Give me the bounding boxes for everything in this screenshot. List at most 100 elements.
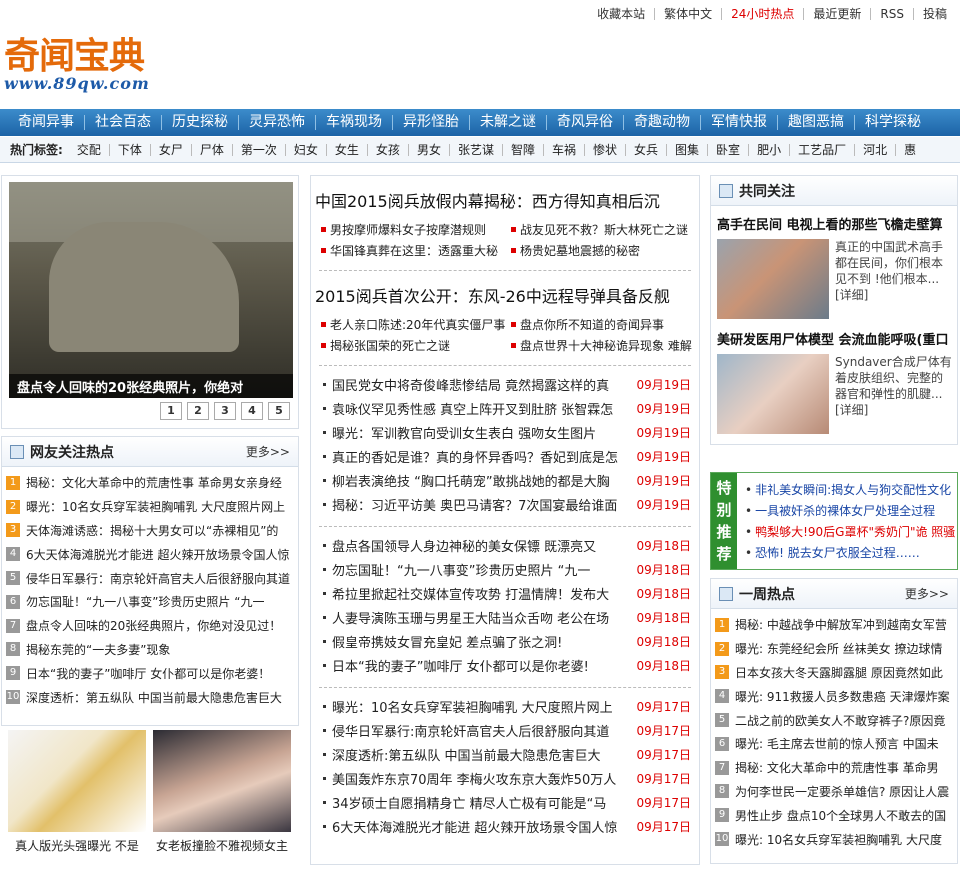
rank-item-title[interactable]: 天体海滩诱惑：揭秘十大男女可以“赤裸相见”的 [26,522,278,539]
sub-link[interactable]: 战友见死不救？斯大林死亡之谜 [511,220,701,239]
rss-link[interactable]: RSS [870,8,913,20]
news-title[interactable]: 真正的香妃是谁？真的身怀异香吗？香妃到底是怎 [332,447,630,466]
rank-item-title[interactable]: 盘点令人回味的20张经典照片，你绝对没见过！ [26,617,281,634]
news-title[interactable]: 国民党女中将奇俊峰悲惨结局 竟然揭露这样的真 [332,375,630,394]
thumb-caption[interactable]: 真人版光头强曝光 不是 [8,837,146,854]
tag-link[interactable]: 尸体 [190,143,232,156]
rank-item[interactable]: 2 曝光：10名女兵穿军装袒胸哺乳 大尺度照片网上 [6,495,292,519]
tag-link[interactable]: 惨状 [584,143,625,156]
news-item[interactable]: 柳岩表演绝技 “胸口托萌宠”敢挑战她的都是大胸 09月19日 [319,468,691,492]
tag-link[interactable]: 妇女 [284,143,326,156]
rank-item[interactable]: 7 盘点令人回味的20张经典照片，你绝对没见过！ [6,614,292,638]
tag-link[interactable]: 张艺谋 [448,143,502,156]
news-item[interactable]: 曝光：10名女兵穿军装袒胸哺乳 大尺度照片网上 09月17日 [319,694,691,718]
special-link[interactable]: • 非礼美女瞬间:揭女人与狗交配性文化 [745,479,955,500]
submit-link[interactable]: 投稿 [912,8,956,20]
nav-item[interactable]: 科学探秘 [854,115,931,130]
rank-item-title[interactable]: 日本女孩大冬天露脚露腿 原因竟然如此 [735,664,943,681]
slider-page-button[interactable]: 4 [241,402,263,420]
site-logo[interactable]: 奇闻宝典 www.89qw.com [4,36,174,100]
news-title[interactable]: 曝光：军训教官向受训女生表白 强吻女生图片 [332,423,630,442]
slider-caption[interactable]: 盘点令人回味的20张经典照片，你绝对 [9,374,293,398]
rank-item-title[interactable]: 曝光：10名女兵穿军装袒胸哺乳 大尺度照片网上 [26,498,285,515]
news-title[interactable]: 日本“我的妻子”咖啡厅 女仆都可以是你老婆! [332,656,630,675]
sub-link[interactable]: 男按摩师爆料女子按摩潜规则 [321,220,511,239]
special-link-text[interactable]: 非礼美女瞬间:揭女人与狗交配性文化 [755,481,951,498]
sub-link[interactable]: 老人亲口陈述:20年代真实僵尸事 [321,315,511,334]
focus-image[interactable] [717,354,829,434]
rank-item-title[interactable]: 揭秘东莞的“一夫多妻”现象 [26,641,170,658]
news-item[interactable]: 袁咏仪罕见秀性感 真空上阵开叉到肚脐 张智霖怎 09月19日 [319,396,691,420]
rank-item-title[interactable]: 揭秘：文化大革命中的荒唐性事 革命男女亲身经 [26,474,282,491]
rank-item[interactable]: 9 男性止步 盘点10个全球男人不敢去的国 [715,803,951,827]
special-link[interactable]: • 鸭梨够大!90后G罩杯"秀奶门"诡 照骚 [745,521,955,542]
sub-link[interactable]: 盘点你所不知道的奇闻异事 [511,315,701,334]
hot-24h-link[interactable]: 24小时热点 [721,8,803,20]
tag-link[interactable]: 工艺品厂 [789,143,854,156]
rank-item[interactable]: 7 揭秘: 文化大革命中的荒唐性事 革命男 [715,756,951,780]
news-title[interactable]: 曝光：10名女兵穿军装袒胸哺乳 大尺度照片网上 [332,697,630,716]
news-title[interactable]: 揭秘：习近平访美 奥巴马请客？7次国宴最给谁面 [332,495,630,514]
rank-item[interactable]: 6 曝光: 毛主席去世前的惊人预言 中国未 [715,732,951,756]
rank-item[interactable]: 1 揭秘：文化大革命中的荒唐性事 革命男女亲身经 [6,471,292,495]
tag-link[interactable]: 女孩 [366,143,408,156]
news-title[interactable]: 美国轰炸东京70周年 李梅火攻东京大轰炸50万人 [332,769,630,788]
news-item[interactable]: 勿忘国耻！“九一八事变”珍贵历史照片 “九一 09月18日 [319,557,691,581]
slider-image[interactable] [9,182,293,398]
rank-item[interactable]: 6 勿忘国耻！“九一八事变”珍贵历史照片 “九一 [6,590,292,614]
nav-item[interactable]: 奇风异俗 [546,115,623,130]
nav-item[interactable]: 趣图恶搞 [777,115,854,130]
rank-item-title[interactable]: 揭秘: 中越战争中解放军冲到越南女军营 [735,616,947,633]
news-item[interactable]: 假皇帝携妓女冒充皇妃 差点骗了张之洞! 09月18日 [319,629,691,653]
news-item[interactable]: 真正的香妃是谁？真的身怀异香吗？香妃到底是怎 09月19日 [319,444,691,468]
news-item[interactable]: 深度透析:第五纵队 中国当前最大隐患危害巨大 09月17日 [319,742,691,766]
nav-item[interactable]: 历史探秘 [161,115,238,130]
special-link-text[interactable]: 鸭梨够大!90后G罩杯"秀奶门"诡 照骚 [755,523,955,540]
rank-item[interactable]: 2 曝光: 东莞经纪会所 丝袜美女 撩边球情 [715,637,951,661]
bookmark-link[interactable]: 收藏本站 [588,8,654,20]
nav-item[interactable]: 军情快报 [700,115,777,130]
rank-item[interactable]: 5 二战之前的欧美女人不敢穿裤子?原因竟 [715,708,951,732]
more-link[interactable]: 更多>> [905,585,949,602]
tag-link[interactable]: 卧室 [707,143,748,156]
tag-link[interactable]: 男女 [407,143,449,156]
rank-item[interactable]: 4 6大天体海滩脱光才能进 超火辣开放场景令国人惊 [6,542,292,566]
focus-item-title[interactable]: 高手在民间 电视上看的那些飞檐走壁算 [717,214,957,233]
more-link[interactable]: 更多>> [246,443,290,460]
sub-link[interactable]: 揭秘张国荣的死亡之谜 [321,336,511,355]
rank-item-title[interactable]: 曝光: 911救援人员多数患癌 天津爆炸案 [735,688,950,705]
focus-image[interactable] [717,239,829,319]
news-title[interactable]: 袁咏仪罕见秀性感 真空上阵开叉到肚脐 张智霖怎 [332,399,630,418]
recent-updates-link[interactable]: 最近更新 [803,8,870,20]
nav-item[interactable]: 社会百态 [84,115,161,130]
rank-item[interactable]: 5 侵华日军暴行：南京轮奸高官夫人后很舒服向其道 [6,566,292,590]
rank-item-title[interactable]: 二战之前的欧美女人不敢穿裤子?原因竟 [735,712,945,729]
tag-link[interactable]: 车祸 [542,143,584,156]
slider-page-button[interactable]: 5 [268,402,290,420]
rank-item[interactable]: 9 日本“我的妻子”咖啡厅 女仆都可以是你老婆！ [6,661,292,685]
news-item[interactable]: 日本“我的妻子”咖啡厅 女仆都可以是你老婆! 09月18日 [319,653,691,677]
thumb-image[interactable] [8,730,146,832]
rank-item[interactable]: 1 揭秘: 中越战争中解放军冲到越南女军营 [715,613,951,637]
sub-link[interactable]: 杨贵妃墓地震撼的秘密 [511,241,701,260]
slider-page-button[interactable]: 2 [187,402,209,420]
focus-item-title[interactable]: 美研发医用尸体模型 会流血能呼吸(重口 [717,329,957,348]
news-title[interactable]: 柳岩表演绝技 “胸口托萌宠”敢挑战她的都是大胸 [332,471,630,490]
tag-link[interactable]: 河北 [854,143,895,156]
rank-item-title[interactable]: 曝光: 东莞经纪会所 丝袜美女 撩边球情 [735,640,943,657]
rank-item[interactable]: 10 深度透析：第五纵队 中国当前最大隐患危害巨大 [6,685,292,709]
sub-link[interactable]: 盘点世界十大神秘诡异现象 难解 [511,336,701,355]
news-item[interactable]: 希拉里掀起社交媒体宣传攻势 打温情牌！发布大 09月18日 [319,581,691,605]
news-item[interactable]: 6大天体海滩脱光才能进 超火辣开放场景令国人惊 09月17日 [319,814,691,838]
tag-link[interactable]: 第一次 [231,143,285,156]
detail-link[interactable]: [详细] [835,403,868,417]
rank-item-title[interactable]: 曝光: 毛主席去世前的惊人预言 中国未 [735,735,939,752]
rank-item[interactable]: 3 天体海滩诱惑：揭秘十大男女可以“赤裸相见”的 [6,519,292,543]
special-link-text[interactable]: 恐怖! 脱去女尸衣服全过程…… [755,544,920,561]
news-title[interactable]: 勿忘国耻！“九一八事变”珍贵历史照片 “九一 [332,560,630,579]
nav-item[interactable]: 奇闻异事 [8,115,84,130]
rank-item[interactable]: 3 日本女孩大冬天露脚露腿 原因竟然如此 [715,661,951,685]
news-title[interactable]: 盘点各国领导人身边神秘的美女保镖 既漂亮又 [332,536,630,555]
rank-item[interactable]: 8 揭秘东莞的“一夫多妻”现象 [6,638,292,662]
rank-item-title[interactable]: 侵华日军暴行：南京轮奸高官夫人后很舒服向其道 [26,570,290,587]
